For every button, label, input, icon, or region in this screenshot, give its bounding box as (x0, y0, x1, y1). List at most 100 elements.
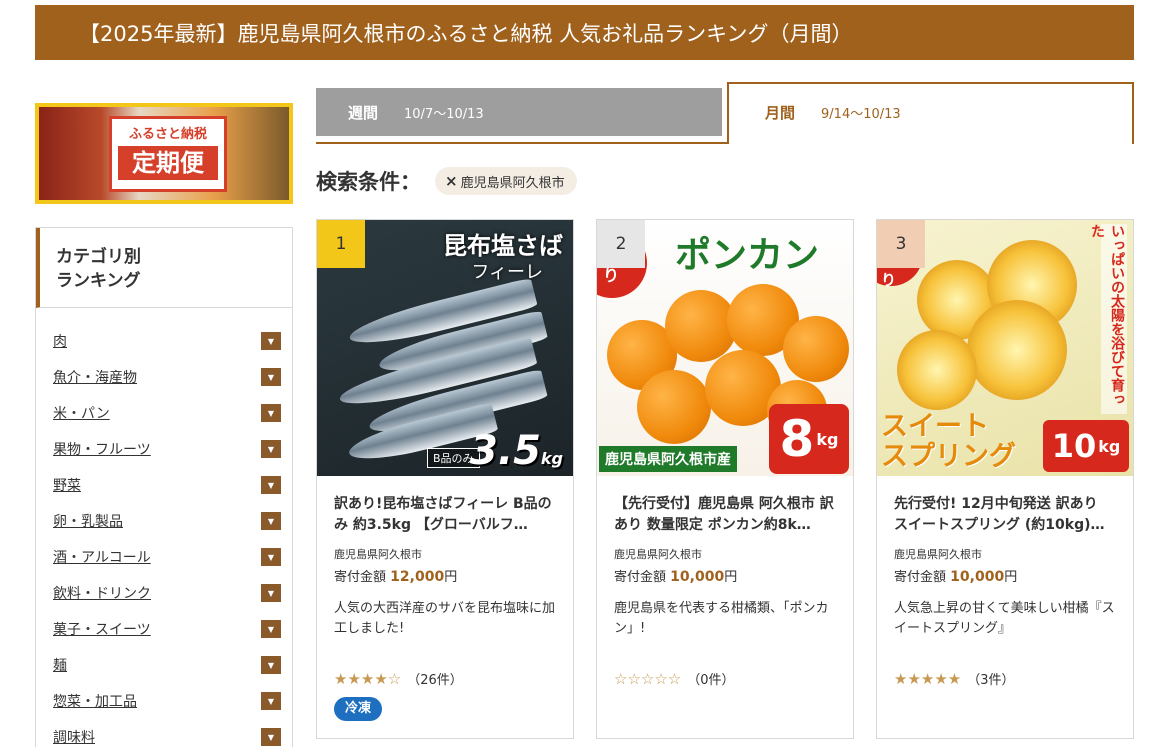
price-amount: 10,000 (670, 569, 725, 585)
review-count: （3件） (967, 673, 1015, 688)
remove-filter-icon[interactable]: × (445, 172, 458, 190)
category-link[interactable]: 肉 (53, 331, 67, 351)
banner-image: ふるさと納税 定期便 (39, 107, 289, 200)
search-conditions: 検索条件： × 鹿児島県阿久根市 (316, 166, 577, 196)
rating-stars-icon: ☆☆☆☆☆ (614, 669, 682, 688)
product-image[interactable]: 訳あり 3 いっぱいの太陽を浴びて育った スイートスプリング 10kg (877, 220, 1133, 476)
price-unit: 円 (724, 570, 738, 585)
rating: ★★★★★ （3件） (894, 669, 1116, 689)
municipality: 鹿児島県阿久根市 (334, 548, 422, 561)
card-body: 先行受付! 12月中旬発送 訳あり スイートスプリング (約10kg)… 鹿児島… (877, 476, 1133, 688)
category-link[interactable]: 酒・アルコール (53, 547, 151, 567)
expand-toggle-icon[interactable]: ▼ (261, 548, 281, 566)
rating-stars-icon: ★★★★★ (894, 669, 962, 688)
expand-toggle-icon[interactable]: ▼ (261, 620, 281, 638)
expand-toggle-icon[interactable]: ▼ (261, 584, 281, 602)
rating-stars-icon: ★★★★☆ (334, 669, 402, 688)
rank-badge: 2 (597, 220, 645, 268)
image-weight: 8 kg (769, 404, 849, 474)
banner-label: ふるさと納税 定期便 (109, 116, 227, 192)
category-link[interactable]: 麺 (53, 655, 67, 675)
category-item[interactable]: 肉 ▼ (36, 323, 292, 359)
category-item[interactable]: 菓子・スイーツ ▼ (36, 611, 292, 647)
category-item[interactable]: 麺 ▼ (36, 647, 292, 683)
orange (637, 370, 711, 444)
product-title[interactable]: 先行受付! 12月中旬発送 訳あり スイートスプリング (約10kg)… (894, 494, 1116, 536)
category-heading: カテゴリ別 ランキング (36, 228, 292, 308)
tab-monthly-label: 月間 (765, 103, 796, 122)
citrus (897, 330, 977, 410)
expand-toggle-icon[interactable]: ▼ (261, 728, 281, 746)
tab-weekly-dates: 10/7〜10/13 (404, 106, 484, 122)
ranking-card[interactable]: 1 昆布塩さば フィーレ B品のみ 3.5kg 訳あり!昆布塩さばフィーレ B品… (316, 219, 574, 739)
category-heading-line1: カテゴリ別 (56, 247, 141, 267)
expand-toggle-icon[interactable]: ▼ (261, 476, 281, 494)
weight-value: 8 (779, 410, 815, 468)
product-image[interactable]: 訳あり 2 ポンカン 鹿児島県阿久根市産 8kg (597, 220, 853, 476)
expand-toggle-icon[interactable]: ▼ (261, 656, 281, 674)
expand-toggle-icon[interactable]: ▼ (261, 368, 281, 386)
category-link[interactable]: 果物・フルーツ (53, 439, 151, 459)
category-list: 肉 ▼ 魚介・海産物 ▼ 米・パン ▼ 果物・フルーツ ▼ 野菜 ▼ 卵・乳製品 ▼ 酒・ア… (36, 308, 292, 747)
image-subtext: フィーレ (471, 262, 543, 283)
product-image[interactable]: 1 昆布塩さば フィーレ B品のみ 3.5kg (317, 220, 573, 476)
frozen-tag: 冷凍 (334, 697, 383, 721)
tab-monthly[interactable]: 月間 9/14〜10/13 (727, 82, 1134, 144)
category-item[interactable]: 米・パン ▼ (36, 395, 292, 431)
ranking-card[interactable]: 訳あり 2 ポンカン 鹿児島県阿久根市産 8kg 【先行受付】鹿児島県 阿久根市… (596, 219, 854, 739)
subscription-banner[interactable]: ふるさと納税 定期便 (35, 103, 293, 204)
price-label: 寄付金額 (334, 570, 387, 585)
rank-badge: 3 (877, 220, 925, 268)
product-title[interactable]: 訳あり!昆布塩さばフィーレ B品のみ 約3.5kg 【グローバルフ… (334, 494, 556, 536)
expand-toggle-icon[interactable]: ▼ (261, 692, 281, 710)
category-link[interactable]: 惣菜・加工品 (53, 691, 137, 711)
product-description: 人気の大西洋産のサバを昆布塩味に加工しました! (334, 601, 556, 636)
image-product-name-line2: スプリング (881, 441, 1016, 472)
card-body: 訳あり!昆布塩さばフィーレ B品のみ 約3.5kg 【グローバルフ… 鹿児島県阿… (317, 476, 573, 721)
tab-weekly[interactable]: 週間 10/7〜10/13 (316, 88, 722, 136)
filter-chip-label: 鹿児島県阿久根市 (460, 175, 565, 191)
category-item[interactable]: 魚介・海産物 ▼ (36, 359, 292, 395)
category-link[interactable]: 野菜 (53, 475, 81, 495)
price-unit: 円 (1004, 570, 1018, 585)
category-heading-line2: ランキング (56, 271, 141, 291)
donation-price: 寄付金額 10,000円 (894, 566, 1116, 585)
category-link[interactable]: 調味料 (53, 727, 95, 747)
page-title: 【2025年最新】鹿児島県阿久根市のふるさと納税 人気お礼品ランキング（月間） (79, 21, 853, 46)
filter-chip[interactable]: × 鹿児島県阿久根市 (435, 167, 577, 195)
price-label: 寄付金額 (614, 570, 667, 585)
rating: ☆☆☆☆☆ （0件） (614, 669, 836, 689)
category-link[interactable]: 卵・乳製品 (53, 511, 123, 531)
category-link[interactable]: 菓子・スイーツ (53, 619, 151, 639)
price-unit: 円 (444, 570, 458, 585)
tab-weekly-label: 週間 (348, 103, 379, 122)
weight-value: 3.5 (470, 428, 541, 474)
category-item[interactable]: 酒・アルコール ▼ (36, 539, 292, 575)
category-item[interactable]: 果物・フルーツ ▼ (36, 431, 292, 467)
product-description: 人気急上昇の甘くて美味しい柑橘『スイートスプリング』 (894, 601, 1115, 636)
review-count: （0件） (687, 673, 735, 688)
category-item[interactable]: 惣菜・加工品 ▼ (36, 683, 292, 719)
price-amount: 10,000 (950, 569, 1005, 585)
product-title[interactable]: 【先行受付】鹿児島県 阿久根市 訳あり 数量限定 ポンカン約8k… (614, 494, 836, 536)
card-body: 【先行受付】鹿児島県 阿久根市 訳あり 数量限定 ポンカン約8k… 鹿児島県阿久… (597, 476, 853, 688)
expand-toggle-icon[interactable]: ▼ (261, 332, 281, 350)
category-item[interactable]: 調味料 ▼ (36, 719, 292, 747)
price-amount: 12,000 (390, 569, 445, 585)
category-link[interactable]: 米・パン (53, 403, 110, 423)
review-count: （26件） (407, 673, 463, 688)
category-item[interactable]: 飲料・ドリンク ▼ (36, 575, 292, 611)
expand-toggle-icon[interactable]: ▼ (261, 512, 281, 530)
image-product-name-line1: スイート (881, 411, 989, 442)
expand-toggle-icon[interactable]: ▼ (261, 404, 281, 422)
image-headline: 昆布塩さば (443, 232, 563, 260)
category-item[interactable]: 野菜 ▼ (36, 467, 292, 503)
ranking-card[interactable]: 訳あり 3 いっぱいの太陽を浴びて育った スイートスプリング 10kg 先行受付… (876, 219, 1134, 739)
category-item[interactable]: 卵・乳製品 ▼ (36, 503, 292, 539)
tab-monthly-dates: 9/14〜10/13 (821, 106, 901, 122)
category-link[interactable]: 魚介・海産物 (53, 367, 137, 387)
image-product-name: スイート スプリング (881, 412, 1016, 472)
origin-label: 鹿児島県阿久根市産 (599, 446, 737, 472)
expand-toggle-icon[interactable]: ▼ (261, 440, 281, 458)
category-link[interactable]: 飲料・ドリンク (53, 583, 151, 603)
